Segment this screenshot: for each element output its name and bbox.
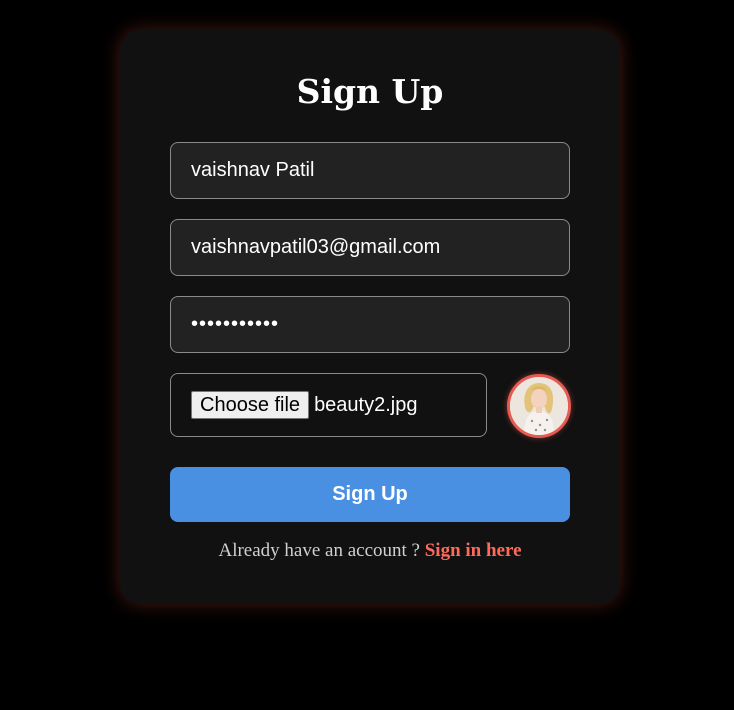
password-field[interactable] — [170, 296, 570, 353]
file-input[interactable]: Choose file beauty2.jpg — [170, 373, 487, 437]
signup-card: Sign Up Choose file beauty2.jpg Sign Up … — [120, 30, 620, 604]
email-field[interactable] — [170, 219, 570, 276]
signin-prompt: Already have an account ? Sign in here — [120, 540, 620, 562]
name-field[interactable] — [170, 142, 570, 199]
signin-link[interactable]: Sign in here — [425, 540, 522, 561]
choose-file-button[interactable]: Choose file — [191, 391, 310, 419]
avatar-image — [510, 377, 568, 435]
avatar-preview — [507, 374, 571, 438]
file-name-label: beauty2.jpg — [314, 393, 418, 416]
footer-text: Already have an account ? — [218, 540, 425, 561]
page-title: Sign Up — [296, 72, 444, 111]
signup-button[interactable]: Sign Up — [170, 467, 570, 522]
